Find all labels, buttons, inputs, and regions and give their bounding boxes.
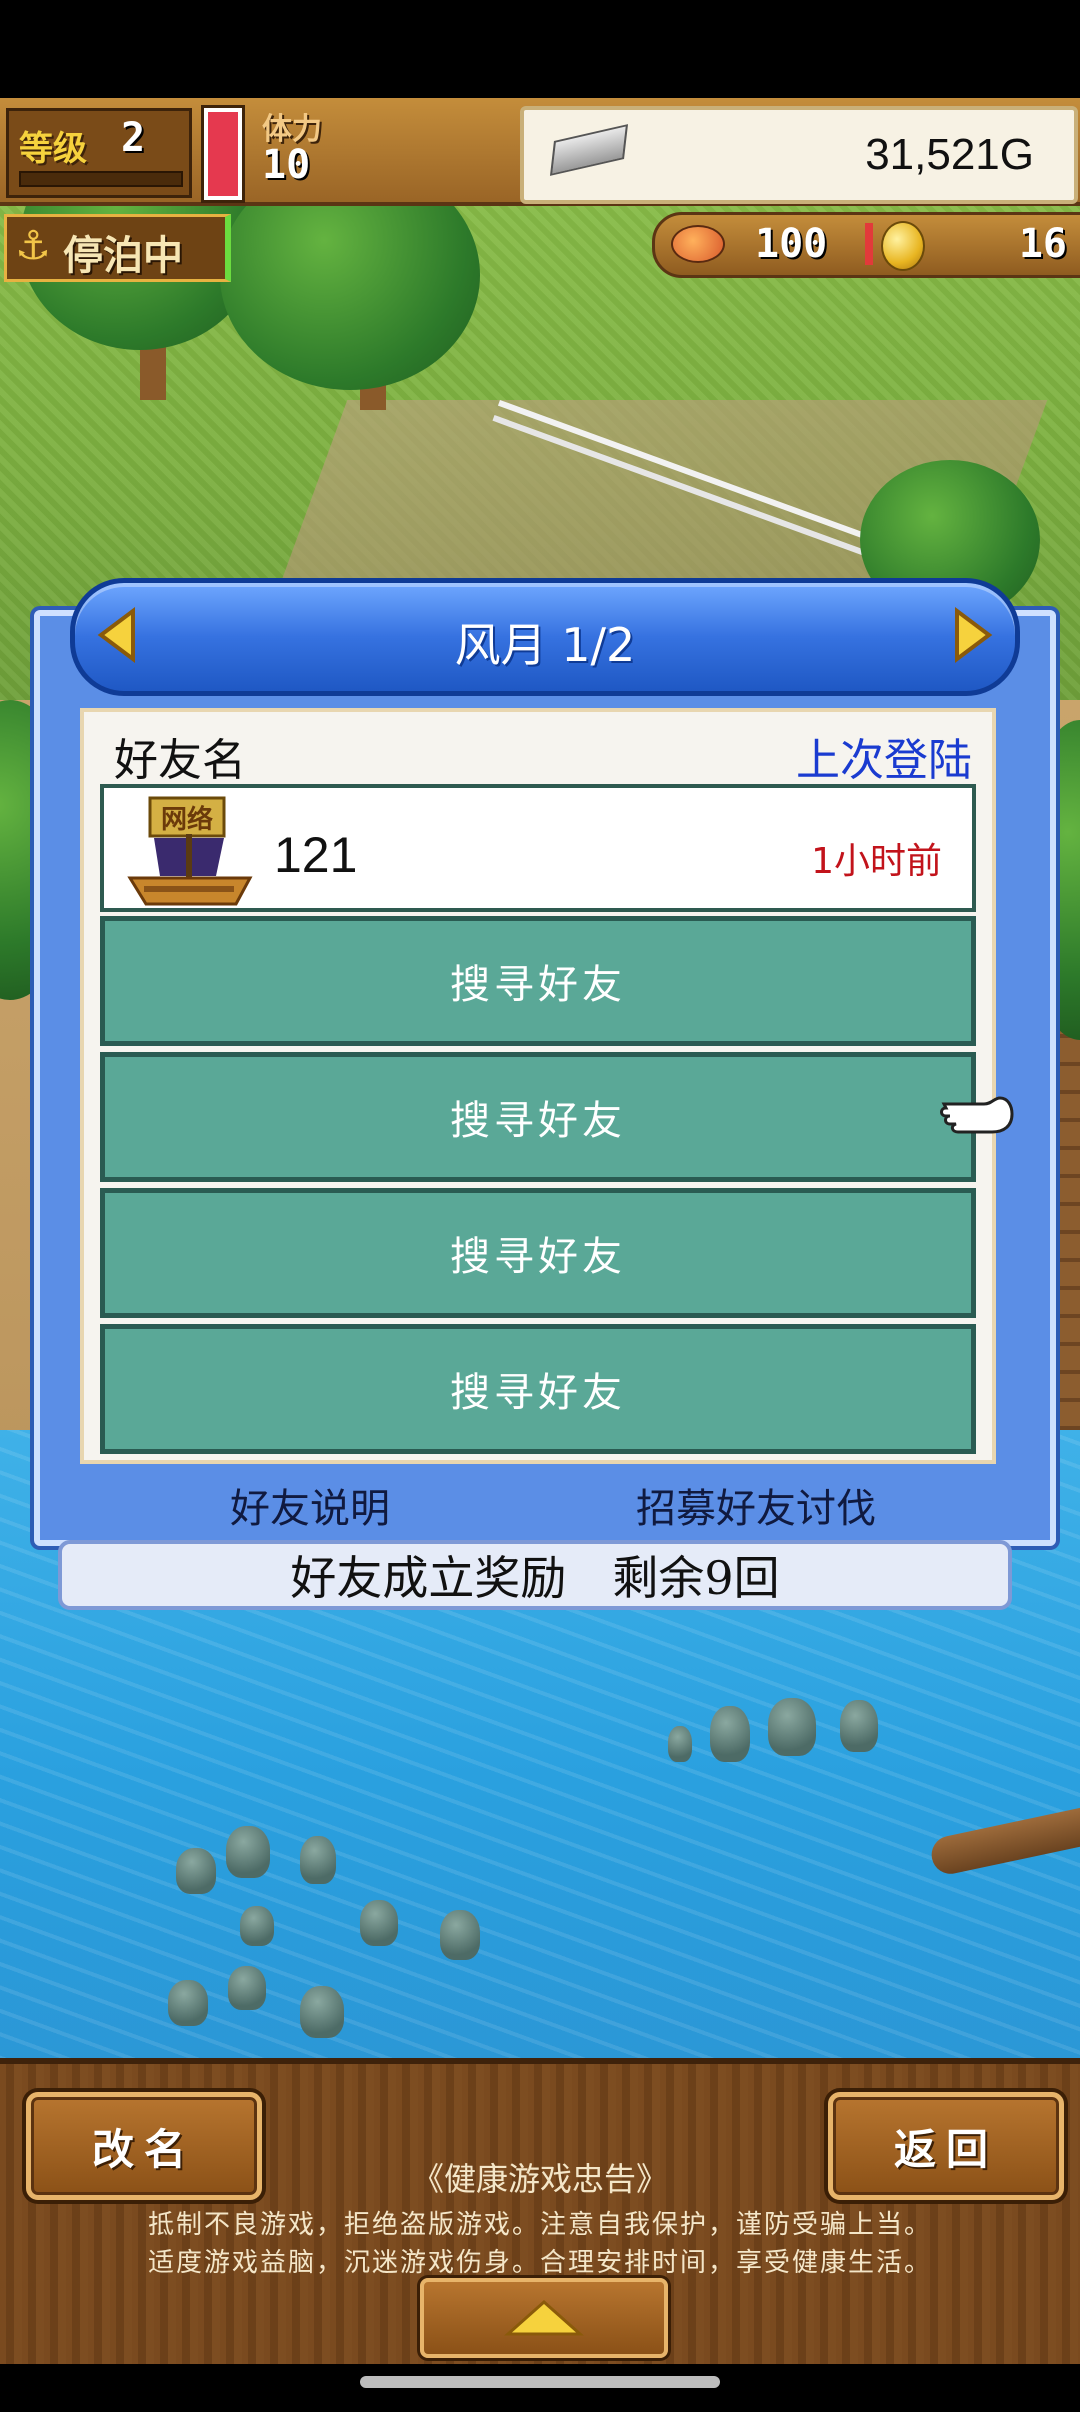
column-header-name: 好友名: [114, 735, 246, 786]
rock: [360, 1900, 398, 1946]
friend-list: 好友名 上次登陆 网络 121 1小时前 搜寻好友 搜寻好友 搜寻好友 搜寻好友: [80, 708, 996, 1464]
rock: [168, 1980, 208, 2026]
anchor-status-label: 停泊中: [63, 233, 183, 279]
money-value: 31,521G: [865, 130, 1034, 179]
coin-icon: [881, 221, 925, 271]
dialog-title: 风月 1/2: [454, 618, 636, 672]
friend-last-login: 1小时前: [811, 841, 942, 882]
status-bar: 等级 2 体力 10 31,521G: [0, 98, 1080, 206]
rock: [228, 1966, 266, 2010]
search-friend-button[interactable]: 搜寻好友: [100, 1324, 976, 1454]
rock: [668, 1726, 692, 1762]
coin-value: 16: [1018, 221, 1067, 267]
food-icon: [671, 225, 725, 263]
rock: [710, 1706, 750, 1762]
food-value: 100: [755, 221, 828, 267]
friend-name: 121: [274, 827, 358, 883]
stamina-value: 10: [262, 142, 311, 188]
expand-menu-button[interactable]: [420, 2278, 668, 2358]
rock: [768, 1698, 816, 1756]
search-friend-button[interactable]: 搜寻好友: [100, 916, 976, 1046]
next-arrow-icon: [955, 607, 993, 663]
health-advice-line-1: 抵制不良游戏，拒绝盗版游戏。注意自我保护，谨防受骗上当。: [147, 2210, 932, 2240]
rock: [300, 1836, 336, 1884]
friend-explain-link[interactable]: 好友说明: [230, 1476, 390, 1534]
stamina-gauge: [204, 108, 242, 200]
money-panel: 31,521G: [520, 106, 1078, 204]
level-value: 2: [121, 115, 146, 161]
up-triangle-icon: [504, 2299, 584, 2336]
level-panel: 等级 2: [6, 108, 192, 198]
rock: [440, 1910, 480, 1960]
dialog-titlebar: 风月 1/2: [70, 578, 1020, 696]
pointer-hand-icon: [940, 1096, 1014, 1134]
rock: [176, 1848, 216, 1894]
search-friend-button[interactable]: 搜寻好友: [100, 1052, 976, 1182]
gesture-nav-bar[interactable]: [360, 2376, 720, 2388]
health-advice-title: 《健康游戏忠告》: [411, 2160, 668, 2198]
svg-text:网络: 网络: [161, 804, 213, 835]
rock: [300, 1986, 344, 2038]
search-friend-button[interactable]: 搜寻好友: [100, 1188, 976, 1318]
rock: [240, 1906, 274, 1946]
level-label: 等级: [19, 129, 87, 169]
ingot-icon: [549, 124, 629, 176]
friend-row[interactable]: 网络 121 1小时前: [100, 784, 976, 912]
next-page-button[interactable]: [943, 603, 1003, 667]
rock: [840, 1700, 878, 1752]
exp-bar: [19, 171, 183, 187]
resource-bar: 100 16: [652, 212, 1080, 278]
rock: [226, 1826, 270, 1878]
friend-reward-banner: 好友成立奖励 剩余9回: [58, 1540, 1012, 1610]
resource-divider: [865, 223, 873, 265]
anchor-status[interactable]: ⚓ 停泊中: [4, 214, 231, 282]
column-header-last-login: 上次登陆: [796, 735, 972, 786]
recruit-friend-link[interactable]: 招募好友讨伐: [636, 1476, 876, 1534]
anchor-icon: ⚓: [15, 223, 51, 269]
health-advice-line-2: 适度游戏益脑，沉迷游戏伤身。合理安排时间，享受健康生活。: [147, 2248, 932, 2278]
ship-icon: 网络: [127, 796, 253, 906]
